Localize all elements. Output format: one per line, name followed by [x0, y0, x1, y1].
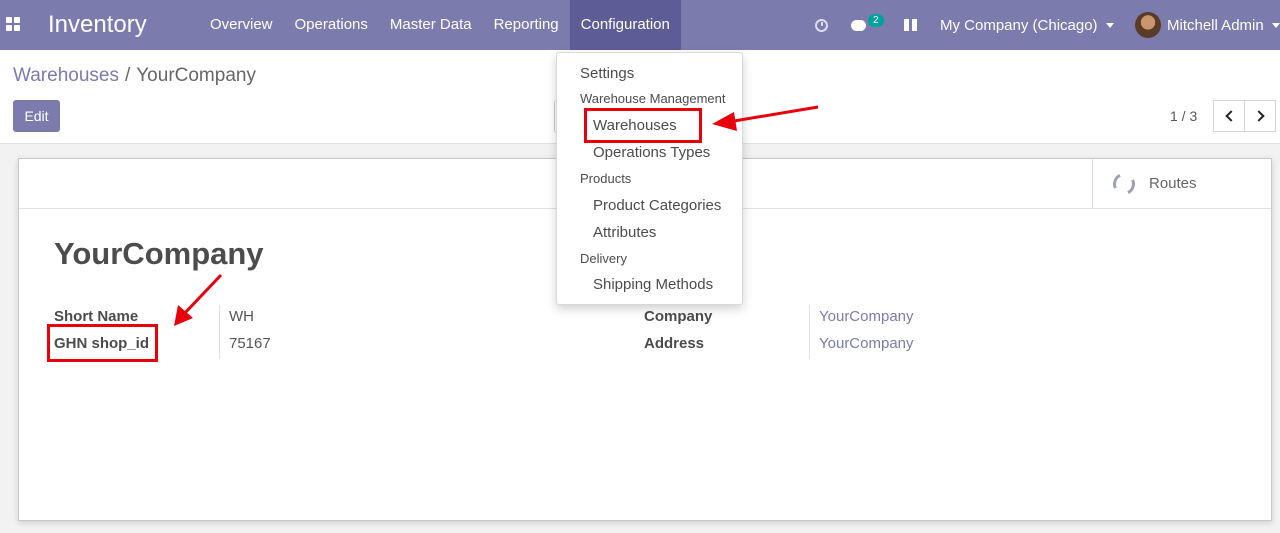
company-switcher[interactable]: My Company (Chicago) — [940, 0, 1114, 50]
caret-down-icon — [1271, 22, 1280, 28]
menu-item-shipping-methods[interactable]: Shipping Methods — [593, 276, 713, 293]
routes-label: Routes — [1149, 175, 1197, 192]
company-name: My Company (Chicago) — [940, 16, 1098, 34]
address-link[interactable]: YourCompany — [819, 335, 914, 352]
configuration-dropdown: Settings Warehouse Management Warehouses… — [556, 52, 743, 305]
section-products: Products — [580, 171, 632, 186]
gift-icon[interactable] — [904, 0, 917, 50]
chevron-right-icon — [1252, 110, 1265, 122]
menu-item-settings[interactable]: Settings — [580, 65, 634, 82]
ghn-shop-id-value: 75167 — [229, 335, 271, 352]
menu-reporting[interactable]: Reporting — [483, 0, 570, 50]
routes-button[interactable]: Routes — [1092, 159, 1271, 208]
caret-down-icon — [1105, 22, 1114, 28]
highlight-box-ghn-shop-id — [47, 324, 158, 362]
menu-configuration[interactable]: Configuration — [569, 0, 681, 50]
divider — [219, 305, 220, 359]
refresh-icon — [1109, 169, 1139, 198]
pager-value[interactable]: 1 / 3 — [1170, 108, 1197, 124]
breadcrumb: Warehouses / YourCompany — [13, 65, 256, 87]
short-name-value: WH — [229, 308, 254, 325]
chat-icon[interactable] — [851, 0, 866, 50]
pager-next-button[interactable] — [1244, 100, 1276, 132]
breadcrumb-separator: / — [124, 65, 131, 86]
menu-master-data[interactable]: Master Data — [379, 0, 483, 50]
chevron-left-icon — [1224, 110, 1237, 122]
edit-button[interactable]: Edit — [13, 100, 60, 132]
company-link[interactable]: YourCompany — [819, 308, 914, 325]
section-warehouse-management: Warehouse Management — [580, 91, 726, 106]
main-menu: Overview Operations Master Data Reportin… — [199, 0, 681, 50]
record-title: YourCompany — [54, 236, 264, 271]
short-name-label: Short Name — [54, 308, 139, 325]
app-title[interactable]: Inventory — [48, 11, 147, 39]
chat-count-badge: 2 — [868, 14, 884, 27]
menu-overview[interactable]: Overview — [199, 0, 284, 50]
menu-item-operations-types[interactable]: Operations Types — [593, 144, 710, 161]
pager-previous-button[interactable] — [1213, 100, 1245, 132]
company-label: Company — [644, 308, 713, 325]
activity-clock-icon[interactable] — [815, 0, 828, 50]
apps-menu-icon[interactable] — [6, 17, 20, 31]
user-name: Mitchell Admin — [1167, 16, 1264, 34]
menu-item-attributes[interactable]: Attributes — [593, 224, 656, 241]
menu-item-product-categories[interactable]: Product Categories — [593, 197, 721, 214]
breadcrumb-warehouses[interactable]: Warehouses — [13, 65, 119, 86]
highlight-box-warehouses — [584, 108, 702, 143]
divider — [809, 305, 810, 359]
address-label: Address — [644, 335, 705, 352]
user-menu[interactable]: Mitchell Admin — [1135, 0, 1280, 50]
section-delivery: Delivery — [580, 251, 627, 266]
avatar — [1135, 12, 1161, 38]
menu-operations[interactable]: Operations — [284, 0, 379, 50]
top-navbar: Inventory Overview Operations Master Dat… — [0, 0, 1280, 50]
breadcrumb-current: YourCompany — [136, 65, 256, 86]
